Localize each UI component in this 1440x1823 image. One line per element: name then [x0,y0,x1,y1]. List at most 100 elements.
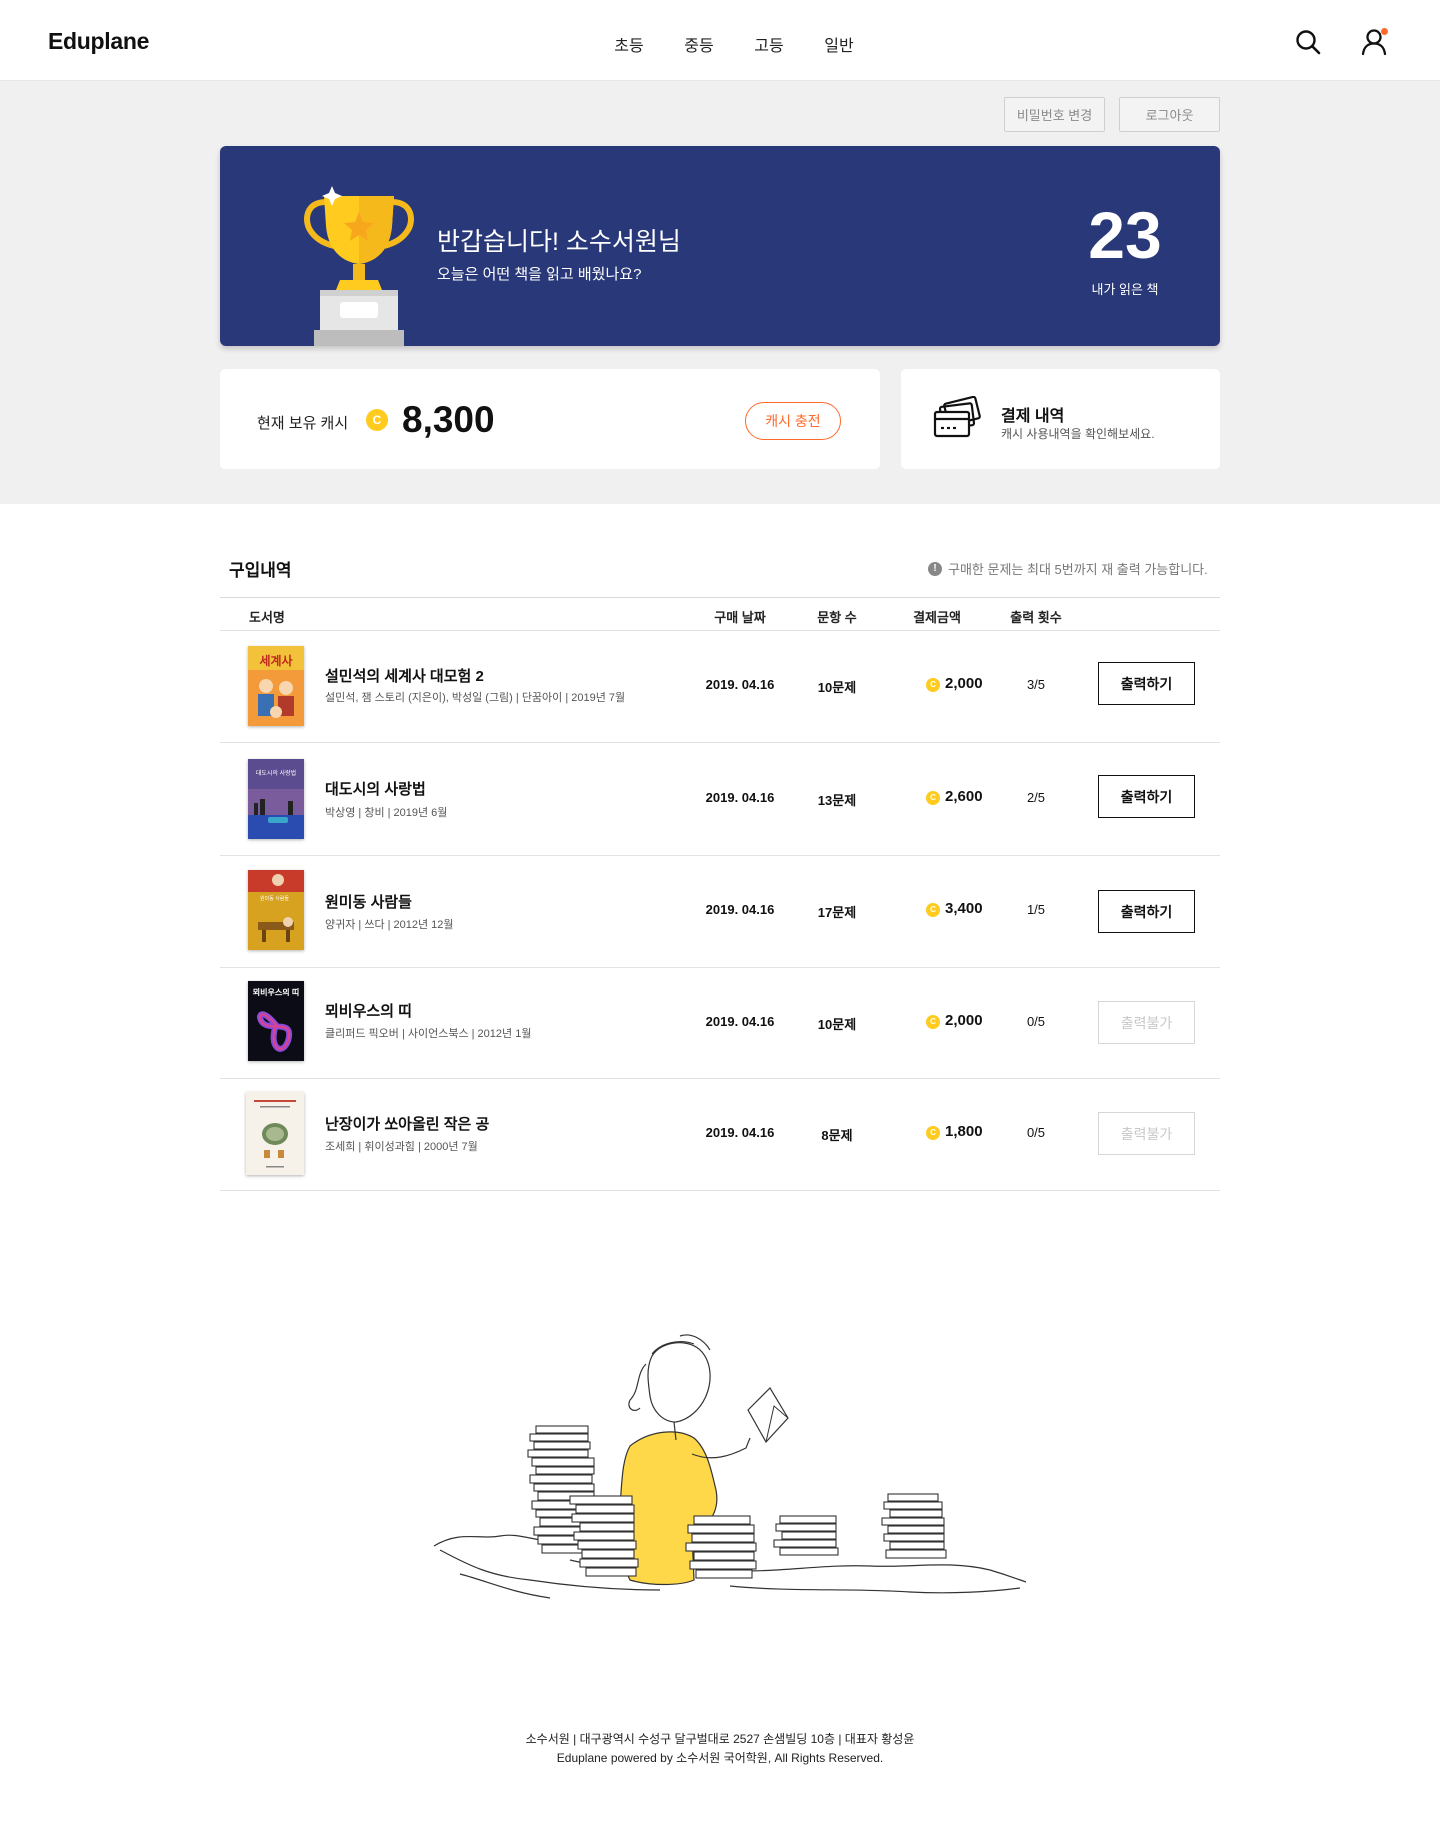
coin-icon: C [366,409,388,431]
book-cover-art: 대도시의 사랑법 [248,759,304,839]
print-unavailable-button[interactable]: 출력불가 [1098,1112,1195,1155]
cover-title: 세계사 [259,653,292,668]
price-value: 3,400 [945,900,983,917]
site-footer: 소수서원 | 대구광역시 수성구 달구벌대로 2527 손샘빌딩 10층 | 대… [0,1730,1440,1768]
book-meta: 설민석, 잼 스토리 (지은이), 박성일 (그림) | 단꿈아이 | 2019… [325,692,626,704]
print-count: 0/5 [1026,1014,1046,1029]
book-meta: 클리퍼드 픽오버 | 사이언스북스 | 2012년 1월 [325,1028,532,1040]
coin-icon: C [926,791,940,805]
book-meta: 박상영 | 창비 | 2019년 6월 [325,807,448,819]
nav-middle[interactable]: 중등 [664,32,734,56]
book-title: 뫼비우스의 띠 [325,1003,412,1020]
book-title: 대도시의 사랑법 [325,781,426,798]
coin-icon: C [926,1126,940,1140]
price: C 2,600 [900,788,1000,805]
book-title: 난장이가 쏘아올린 작은 공 [325,1116,490,1133]
nav-elementary[interactable]: 초등 [594,32,664,56]
reading-woman-illustration [433,1334,1027,1599]
credit-card-icon [933,396,981,438]
print-unavailable-button[interactable]: 출력불가 [1098,1001,1195,1044]
price: C 2,000 [900,1012,1000,1029]
site-logo[interactable]: Eduplane [48,28,149,55]
greeting-text: 반갑습니다! 소수서원님 [437,228,681,256]
purchase-date: 2019. 04.16 [705,790,775,805]
question-count: 10문제 [817,1017,857,1032]
cover-title: 원미동 사람들 [260,895,289,902]
price: C 2,000 [900,675,1000,692]
footer-address: 소수서원 | 대구광역시 수성구 달구벌대로 2527 손샘빌딩 10층 | 대… [525,1732,915,1746]
book-cover-art [246,1092,304,1175]
question-count: 8문제 [821,1128,853,1143]
reprint-notice: ! 구매한 문제는 최대 5번까지 재 출력 가능합니다. [928,559,1208,578]
print-count: 0/5 [1026,1125,1046,1140]
trophy-icon [304,186,414,346]
logout-button[interactable]: 로그아웃 [1119,97,1220,132]
cash-label: 현재 보유 캐시 [257,415,349,432]
cash-balance-card: 현재 보유 캐시 C 8,300 캐시 충전 [220,369,880,469]
table-row: 뫼비우스의 띠 뫼비우스의 띠 클리퍼드 픽오버 | 사이언스북스 | 2012… [220,968,1220,1079]
info-icon: ! [928,561,942,576]
top-header: Eduplane 초등 중등 고등 일반 [0,0,1440,81]
book-cover[interactable]: 대도시의 사랑법 [248,759,304,839]
book-title: 원미동 사람들 [325,894,412,911]
coin-icon: C [926,678,940,692]
print-button[interactable]: 출력하기 [1098,662,1195,705]
coin-icon: C [926,1015,940,1029]
col-book: 도서명 [249,610,285,625]
book-cover[interactable] [246,1092,304,1175]
book-cover-art: 뫼비우스의 띠 [248,981,304,1061]
price-value: 2,000 [945,1012,983,1029]
purchase-date: 2019. 04.16 [705,902,775,917]
cover-title: 대도시의 사랑법 [256,769,296,777]
book-cover-art: 세계사 [248,646,304,726]
print-button[interactable]: 출력하기 [1098,890,1195,933]
table-row: 원미동 사람들 원미동 사람들 양귀자 | 쓰다 | 2012년 12월 201… [220,856,1220,968]
search-icon[interactable] [1294,28,1322,56]
price: C 1,800 [900,1123,1000,1140]
purchase-date: 2019. 04.16 [705,677,775,692]
purchase-date: 2019. 04.16 [705,1014,775,1029]
charge-cash-button[interactable]: 캐시 충전 [745,402,841,440]
purchase-date: 2019. 04.16 [705,1125,775,1140]
cover-title: 뫼비우스의 띠 [253,987,299,997]
table-row: 세계사 설민석의 세계사 대모험 2 설민석, 잼 스토리 (지은이), 박성일… [220,631,1220,743]
reprint-notice-text: 구매한 문제는 최대 5번까지 재 출력 가능합니다. [948,562,1208,577]
price-value: 2,600 [945,788,983,805]
table-header: 도서명 구매 날짜 문항 수 결제금액 출력 횟수 [220,597,1220,631]
price: C 3,400 [900,900,1000,917]
payment-history-subtitle: 캐시 사용내역을 확인해보세요. [1001,427,1155,441]
main-nav: 초등 중등 고등 일반 [594,32,874,56]
book-cover-art: 원미동 사람들 [248,870,304,950]
nav-general[interactable]: 일반 [804,32,874,56]
book-meta: 양귀자 | 쓰다 | 2012년 12월 [325,919,454,931]
purchase-history-title: 구입내역 [229,561,292,580]
price-value: 2,000 [945,675,983,692]
col-price: 결제금액 [913,610,961,625]
book-cover[interactable]: 뫼비우스의 띠 [248,981,304,1061]
col-prints: 출력 횟수 [1010,610,1062,625]
print-count: 3/5 [1026,677,1046,692]
price-value: 1,800 [945,1123,983,1140]
books-read-label: 내가 읽은 책 [1091,282,1159,297]
payment-history-card[interactable]: 결제 내역 캐시 사용내역을 확인해보세요. [901,369,1220,469]
table-row: 대도시의 사랑법 대도시의 사랑법 박상영 | 창비 | 2019년 6월 20… [220,743,1220,856]
nav-high[interactable]: 고등 [734,32,804,56]
notification-dot [1381,28,1388,35]
print-count: 2/5 [1026,790,1046,805]
change-password-button[interactable]: 비밀번호 변경 [1004,97,1105,132]
table-row: 난장이가 쏘아올린 작은 공 조세희 | 휘이성과힘 | 2000년 7월 20… [220,1079,1220,1191]
cash-amount: 8,300 [402,399,495,440]
print-button[interactable]: 출력하기 [1098,775,1195,818]
book-meta: 조세희 | 휘이성과힘 | 2000년 7월 [325,1141,478,1153]
question-count: 10문제 [817,680,857,695]
book-cover[interactable]: 세계사 [248,646,304,726]
footer-copyright: Eduplane powered by 소수서원 국어학원, All Right… [556,1751,884,1765]
question-count: 13문제 [817,793,857,808]
book-cover[interactable]: 원미동 사람들 [248,870,304,950]
print-count: 1/5 [1026,902,1046,917]
question-count: 17문제 [817,905,857,920]
payment-history-title: 결제 내역 [1001,408,1065,425]
book-title: 설민석의 세계사 대모험 2 [325,668,484,685]
welcome-banner: 반갑습니다! 소수서원님 오늘은 어떤 책을 읽고 배웠나요? 23 내가 읽은… [220,146,1220,346]
books-read-count: 23 [1088,198,1162,272]
